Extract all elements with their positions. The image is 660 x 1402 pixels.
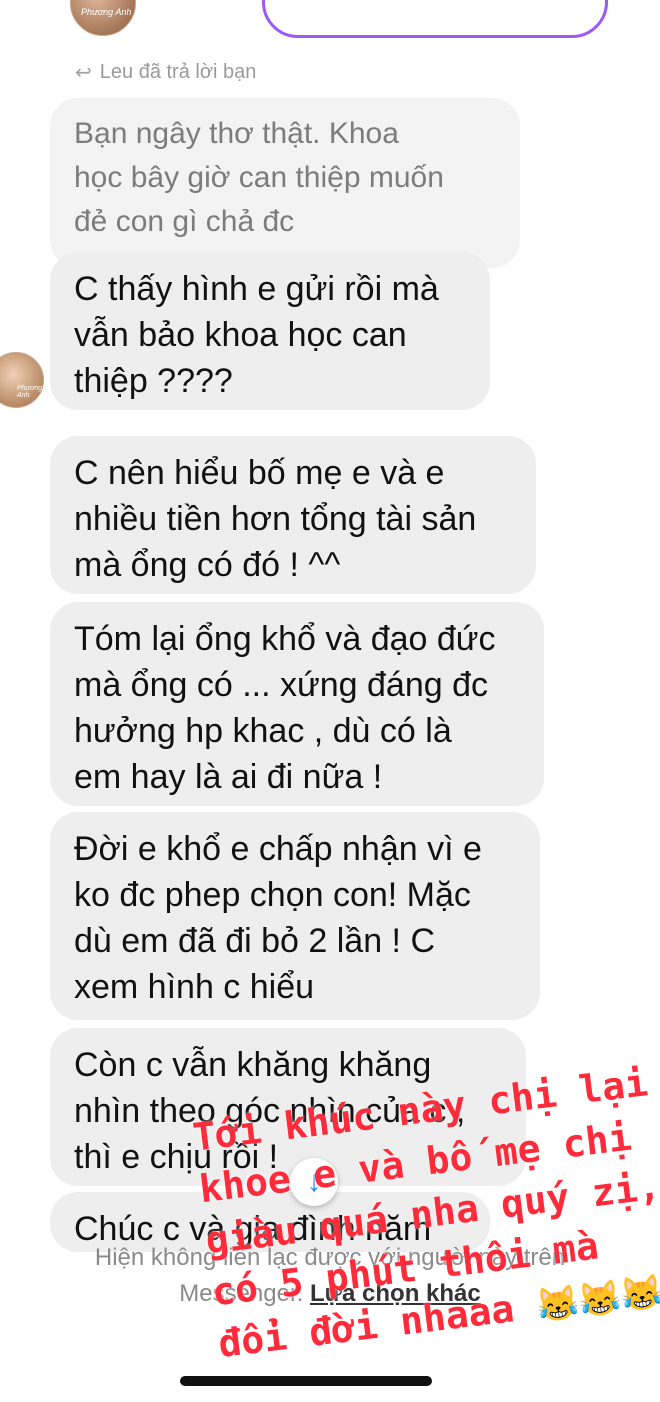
message-bubble[interactable]: C nên hiểu bố mẹ e và e nhiều tiền hơn t… [50,436,536,594]
message-bubble[interactable]: C thấy hình e gửi rồi mà vẫn bảo khoa họ… [50,252,490,410]
contact-avatar[interactable]: Phương Anh [70,0,136,36]
quoted-message[interactable]: Bạn ngây thơ thật. Khoa học bây giờ can … [50,98,520,268]
crying-cat-emoji-icon: 😹😹😹 [534,1271,660,1328]
message-bubble[interactable]: Đời e khổ e chấp nhận vì e ko đc phep ch… [50,812,540,1020]
avatar-label: Phương Anh [81,7,132,17]
sender-avatar[interactable]: Phương Anh [0,352,44,408]
reply-indicator-text: Leu đã trả lời bạn [99,61,257,83]
reply-indicator: ↩ Leu đã trả lời bạn [75,60,256,85]
home-indicator [180,1376,432,1386]
message-bubble[interactable]: Tóm lại ổng khổ và đạo đức mà ổng có ...… [50,602,544,806]
message-input-bar[interactable] [262,0,608,38]
reply-arrow-icon: ↩ [75,62,92,84]
story-caption: Tới khúc này chị lại khoe e và bố mẹ chị… [190,1055,660,1390]
avatar-label: Phương Anh [17,385,43,399]
